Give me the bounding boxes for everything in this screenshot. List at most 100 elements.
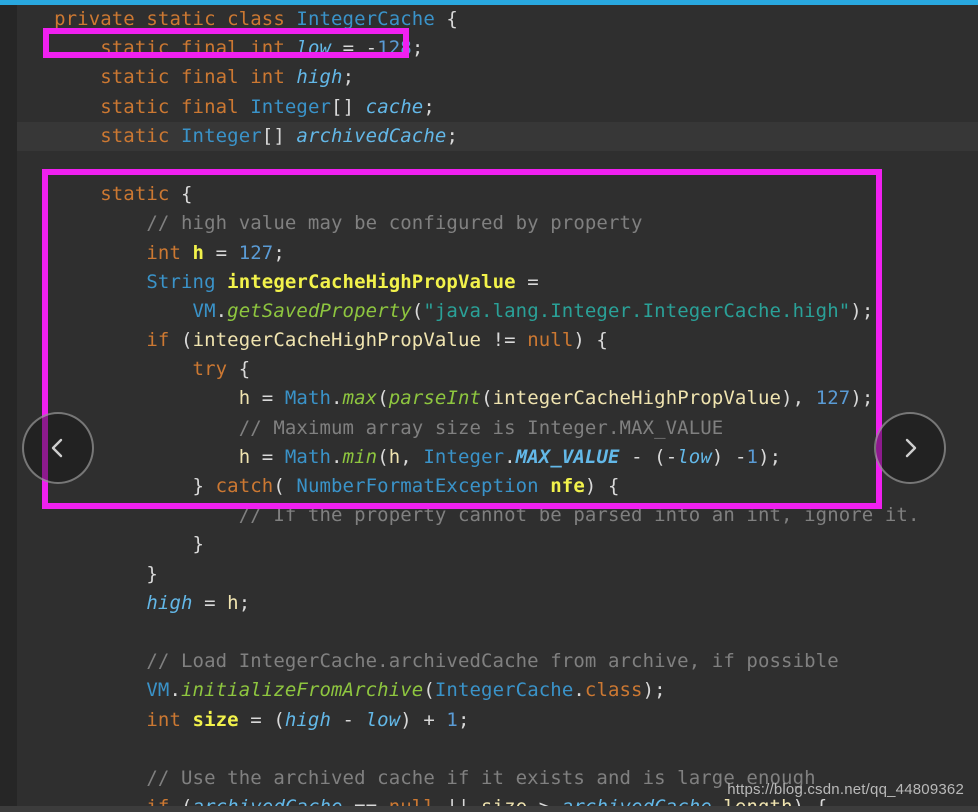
code-token-type: Integer: [423, 445, 505, 468]
code-token-plain: );: [758, 445, 782, 468]
code-token-plain: =: [204, 241, 239, 264]
code-token-plain: (: [481, 387, 493, 410]
code-token-plain: =: [250, 387, 285, 410]
code-token-fld: cache: [365, 95, 424, 118]
code-token-fld: archivedCache: [296, 124, 447, 147]
code-token-plain: (: [377, 387, 389, 410]
code-token-plain: }: [31, 533, 205, 556]
code-line: // high value may be configured by prope…: [17, 209, 978, 238]
code-token-type: Integer: [181, 124, 262, 147]
carousel-prev-button[interactable]: [22, 412, 94, 484]
code-token-plain: =: [250, 445, 285, 468]
code-token-kw: int: [146, 241, 193, 264]
code-line: // Maximum array size is Integer.MAX_VAL…: [17, 414, 978, 443]
code-token-fldb: MAX_VALUE: [515, 445, 620, 468]
code-token-fld: high: [284, 708, 332, 731]
code-token-local: integerCacheHighPropValue: [492, 387, 782, 410]
code-token-plain: =: [192, 591, 228, 614]
code-line: } catch( NumberFormatException nfe) {: [17, 472, 978, 501]
code-token-str: "java.lang.Integer.IntegerCache.high": [423, 299, 851, 322]
code-line: static final int low = -128;: [17, 34, 978, 63]
code-token-kw: null: [527, 329, 574, 352]
chevron-right-icon: [895, 433, 925, 463]
code-token-plain: {: [238, 358, 251, 381]
code-token-plain: .: [504, 445, 516, 468]
code-token-fld: low: [365, 708, 401, 731]
code-token-kw: static final int: [100, 66, 297, 89]
code-token-plain: );: [850, 387, 874, 410]
code-token-plain: ;: [411, 37, 424, 60]
code-token-kw: class: [584, 679, 643, 702]
watermark-url: https://blog.csdn.net/qq_44809362: [727, 781, 964, 798]
code-token-decl: size: [192, 708, 239, 731]
code-token-type: IntegerCache: [296, 8, 435, 30]
code-block: private static class IntegerCache { stat…: [17, 5, 978, 812]
code-token-decl: integerCacheHighPropValue: [227, 270, 516, 293]
code-token-local: h: [238, 387, 251, 410]
code-token-plain: .: [215, 299, 228, 322]
code-token-plain: .: [331, 445, 343, 468]
code-token-mth: getSavedProperty: [227, 299, 412, 322]
code-token-kw: static: [100, 183, 182, 206]
code-token-kw: if: [146, 329, 182, 352]
code-line: static Integer[] archivedCache;: [17, 121, 978, 151]
code-token-plain: (: [181, 329, 193, 352]
code-token-num: 1: [446, 708, 458, 731]
code-token-mth: min: [342, 445, 378, 468]
code-token-plain: ),: [781, 387, 816, 410]
code-token-plain: ;: [342, 66, 355, 89]
code-line: int size = (high - low) + 1;: [17, 706, 978, 735]
code-token-plain: ;: [273, 241, 285, 264]
code-token-plain: .: [169, 679, 182, 702]
code-token-type: NumberFormatException: [296, 475, 551, 497]
code-token-mth: max: [342, 387, 378, 410]
code-line: VM.getSavedProperty("java.lang.Integer.I…: [17, 297, 978, 326]
code-screenshot-viewer: private static class IntegerCache { stat…: [0, 0, 978, 812]
code-token-num: 1: [746, 445, 759, 468]
code-token-plain: (: [411, 299, 424, 322]
code-line: try {: [17, 355, 978, 384]
code-token-plain: -: [365, 37, 378, 60]
code-token-mth: parseInt: [388, 387, 482, 410]
code-token-plain: =: [331, 37, 366, 60]
code-line: static {: [17, 180, 978, 209]
editor-gutter: [0, 5, 17, 812]
code-token-plain: =: [515, 270, 539, 293]
chevron-left-icon: [43, 433, 73, 463]
code-token-kw: static final int: [100, 37, 297, 60]
top-accent-bar: [0, 0, 978, 5]
code-line: String integerCacheHighPropValue =: [17, 268, 978, 297]
code-token-cmt: // high value may be configured by prope…: [146, 212, 643, 235]
code-token-local: h: [227, 591, 239, 614]
code-token-plain: ;: [423, 95, 435, 118]
code-token-kw: private static class: [54, 8, 297, 30]
code-token-type: VM: [146, 679, 170, 702]
code-token-plain: ;: [446, 124, 458, 147]
code-line: static final Integer[] cache;: [17, 93, 978, 122]
carousel-next-button[interactable]: [874, 412, 946, 484]
code-token-plain: ) {: [573, 329, 608, 352]
code-token-fld: low: [296, 37, 332, 60]
code-token-plain: (: [377, 445, 389, 468]
code-token-plain: []: [331, 95, 366, 118]
code-token-local: h: [388, 445, 401, 468]
code-token-plain: ;: [238, 591, 251, 614]
code-token-mth: initializeFromArchive: [181, 679, 424, 702]
code-token-plain: ) {: [584, 475, 620, 497]
code-token-kw: static: [100, 124, 182, 147]
code-token-cmt: // Maximum array size is Integer.MAX_VAL…: [238, 416, 724, 439]
code-line: if (integerCacheHighPropValue != null) {: [17, 326, 978, 355]
code-token-plain: (: [273, 475, 297, 497]
code-token-local: h: [238, 445, 251, 468]
